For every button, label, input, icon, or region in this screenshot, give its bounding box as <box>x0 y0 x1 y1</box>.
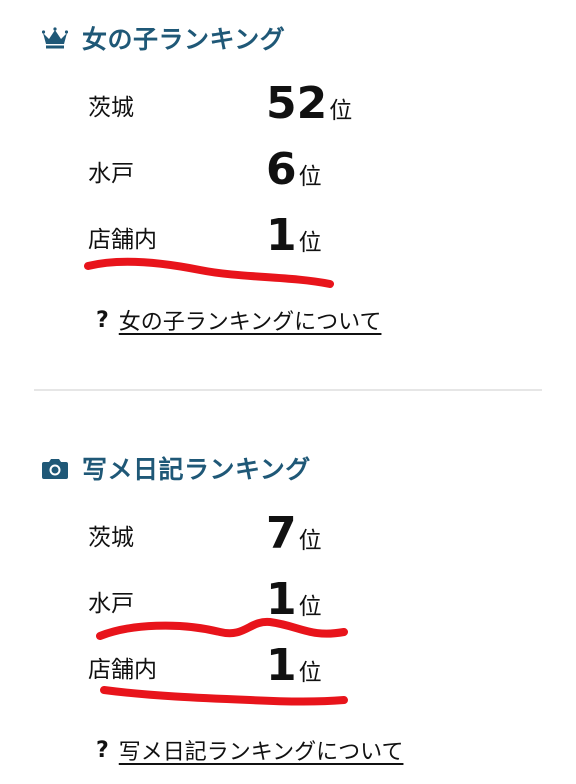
area-label: 水戸 <box>88 591 134 617</box>
question-icon: ? <box>96 737 109 763</box>
photo-diary-ranking-title: 写メ日記ランキング <box>82 455 311 484</box>
girls-ranking-about-link[interactable]: 女の子ランキングについて <box>119 304 382 336</box>
area-label: 店舗内 <box>88 227 157 253</box>
rank-unit: 位 <box>329 98 353 124</box>
rank-unit: 位 <box>298 594 322 620</box>
ranking-row-store: 店舗内 1 位 <box>88 212 448 262</box>
rank-unit: 位 <box>298 528 322 554</box>
rank-value: 6 位 <box>266 148 322 192</box>
area-label: 茨城 <box>88 525 134 551</box>
rank-number: 6 <box>266 144 297 195</box>
photo-diary-ranking-about-link[interactable]: 写メ日記ランキングについて <box>119 734 404 766</box>
ranking-row-store: 店舗内 1 位 <box>88 642 448 692</box>
girls-ranking-heading: 女の子ランキング <box>40 20 285 56</box>
area-label: 店舗内 <box>88 657 157 683</box>
photo-diary-ranking-section: 写メ日記ランキング 茨城 7 位 水戸 1 位 店舗内 1 位 ? 写メ日記ラン… <box>0 430 576 784</box>
girls-ranking-title: 女の子ランキング <box>82 25 286 54</box>
photo-diary-ranking-about: ? 写メ日記ランキングについて <box>96 734 403 766</box>
girls-ranking-about: ? 女の子ランキングについて <box>96 304 381 336</box>
rank-unit: 位 <box>298 660 322 686</box>
rank-unit: 位 <box>298 230 322 256</box>
rank-number: 52 <box>266 78 328 129</box>
rank-value: 1 位 <box>266 214 322 258</box>
area-label: 茨城 <box>88 95 134 121</box>
rank-number: 1 <box>266 640 297 691</box>
area-label: 水戸 <box>88 161 134 187</box>
rank-unit: 位 <box>298 164 322 190</box>
ranking-row-mito: 水戸 1 位 <box>88 576 448 626</box>
rank-number: 1 <box>266 574 297 625</box>
camera-icon <box>40 453 70 483</box>
ranking-row-ibaraki: 茨城 52 位 <box>88 80 448 130</box>
girls-ranking-section: 女の子ランキング 茨城 52 位 水戸 6 位 店舗内 1 位 ? 女の子ランキ… <box>0 0 576 380</box>
photo-diary-ranking-heading: 写メ日記ランキング <box>40 450 311 486</box>
rank-number: 7 <box>266 508 297 559</box>
crown-icon <box>40 23 70 53</box>
ranking-row-mito: 水戸 6 位 <box>88 146 448 196</box>
rank-value: 1 位 <box>266 578 322 622</box>
rank-value: 7 位 <box>266 512 322 556</box>
section-divider <box>34 389 542 391</box>
rank-value: 52 位 <box>266 82 352 126</box>
rank-number: 1 <box>266 210 297 261</box>
ranking-row-ibaraki: 茨城 7 位 <box>88 510 448 560</box>
question-icon: ? <box>96 307 109 333</box>
rank-value: 1 位 <box>266 644 322 688</box>
